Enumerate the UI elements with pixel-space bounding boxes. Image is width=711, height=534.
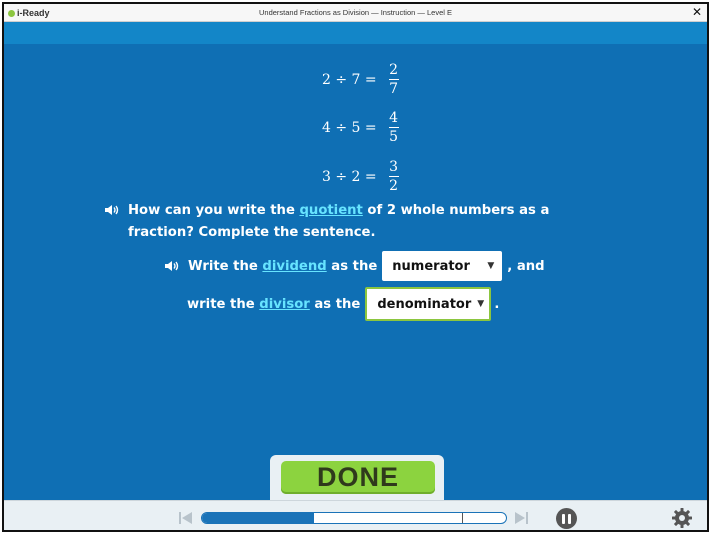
pause-button[interactable] bbox=[556, 508, 577, 529]
fraction-denominator: 2 bbox=[389, 178, 399, 194]
lesson-stage: 2 ÷ 7 = 2 7 4 ÷ 5 = 4 5 3 ÷ 2 = 3 2 How … bbox=[4, 22, 707, 500]
lesson-progress-bar bbox=[201, 512, 507, 524]
fraction-bar bbox=[388, 127, 399, 128]
fraction-numerator: 3 bbox=[389, 159, 399, 175]
title-bar: i-Ready Understand Fractions as Division… bbox=[4, 4, 707, 22]
speaker-icon[interactable] bbox=[104, 203, 120, 217]
progress-fill bbox=[202, 513, 315, 523]
fraction: 4 5 bbox=[388, 110, 399, 145]
fraction: 2 7 bbox=[388, 62, 399, 97]
player-controls bbox=[4, 500, 707, 530]
fraction-denominator: 5 bbox=[389, 129, 399, 145]
sentence-text: as the bbox=[326, 258, 378, 274]
numerator-dropdown[interactable]: numerator ▼ bbox=[382, 251, 503, 281]
pause-icon bbox=[568, 513, 571, 524]
sentence-text: . bbox=[494, 296, 500, 312]
equation-expression: 4 ÷ 5 = bbox=[322, 119, 377, 136]
equation-1: 2 ÷ 7 = 2 7 bbox=[322, 62, 399, 97]
fraction-denominator: 7 bbox=[389, 81, 399, 97]
sentence-text: Write the bbox=[188, 258, 263, 274]
close-button[interactable]: ✕ bbox=[692, 5, 702, 19]
dropdown-value: denominator bbox=[377, 296, 472, 312]
vocab-link-quotient[interactable]: quotient bbox=[299, 203, 362, 218]
sentence-text: as the bbox=[309, 296, 361, 312]
equation-3: 3 ÷ 2 = 3 2 bbox=[322, 159, 399, 194]
stage-header-band bbox=[4, 22, 707, 44]
equation-expression: 3 ÷ 2 = bbox=[322, 168, 377, 185]
chevron-down-icon: ▼ bbox=[477, 299, 485, 309]
sentence-text: write the bbox=[187, 296, 260, 312]
progress-marker bbox=[462, 513, 463, 523]
sentence-line-2: write the divisor as the denominator ▼ . bbox=[187, 287, 500, 321]
fraction-numerator: 4 bbox=[389, 110, 399, 126]
fraction-numerator: 2 bbox=[389, 62, 399, 78]
equation-expression: 2 ÷ 7 = bbox=[322, 71, 377, 88]
question-text: How can you write the quotient of 2 whol… bbox=[128, 200, 618, 244]
speaker-icon[interactable] bbox=[164, 259, 180, 273]
done-panel: DONE bbox=[270, 455, 444, 500]
gear-icon[interactable] bbox=[671, 507, 693, 529]
chevron-down-icon: ▼ bbox=[487, 261, 495, 271]
sentence-line-1: Write the dividend as the numerator ▼ , … bbox=[164, 250, 545, 282]
fraction: 3 2 bbox=[388, 159, 399, 194]
app-window: i-Ready Understand Fractions as Division… bbox=[2, 2, 709, 532]
dropdown-value: numerator bbox=[392, 258, 470, 274]
fraction-bar bbox=[388, 176, 399, 177]
question-part-1: How can you write the bbox=[128, 203, 300, 218]
window-title: Understand Fractions as Division — Instr… bbox=[259, 8, 452, 17]
vocab-link-divisor[interactable]: divisor bbox=[259, 297, 310, 312]
done-button[interactable]: DONE bbox=[281, 461, 435, 494]
equation-2: 4 ÷ 5 = 4 5 bbox=[322, 110, 399, 145]
skip-back-icon[interactable] bbox=[177, 510, 195, 526]
pause-icon bbox=[562, 513, 565, 524]
vocab-link-dividend[interactable]: dividend bbox=[262, 259, 326, 274]
fraction-bar bbox=[388, 79, 399, 80]
denominator-dropdown[interactable]: denominator ▼ bbox=[365, 287, 492, 321]
question-row: How can you write the quotient of 2 whol… bbox=[104, 200, 618, 244]
sentence-text: , and bbox=[507, 258, 545, 274]
skip-forward-icon[interactable] bbox=[512, 510, 530, 526]
